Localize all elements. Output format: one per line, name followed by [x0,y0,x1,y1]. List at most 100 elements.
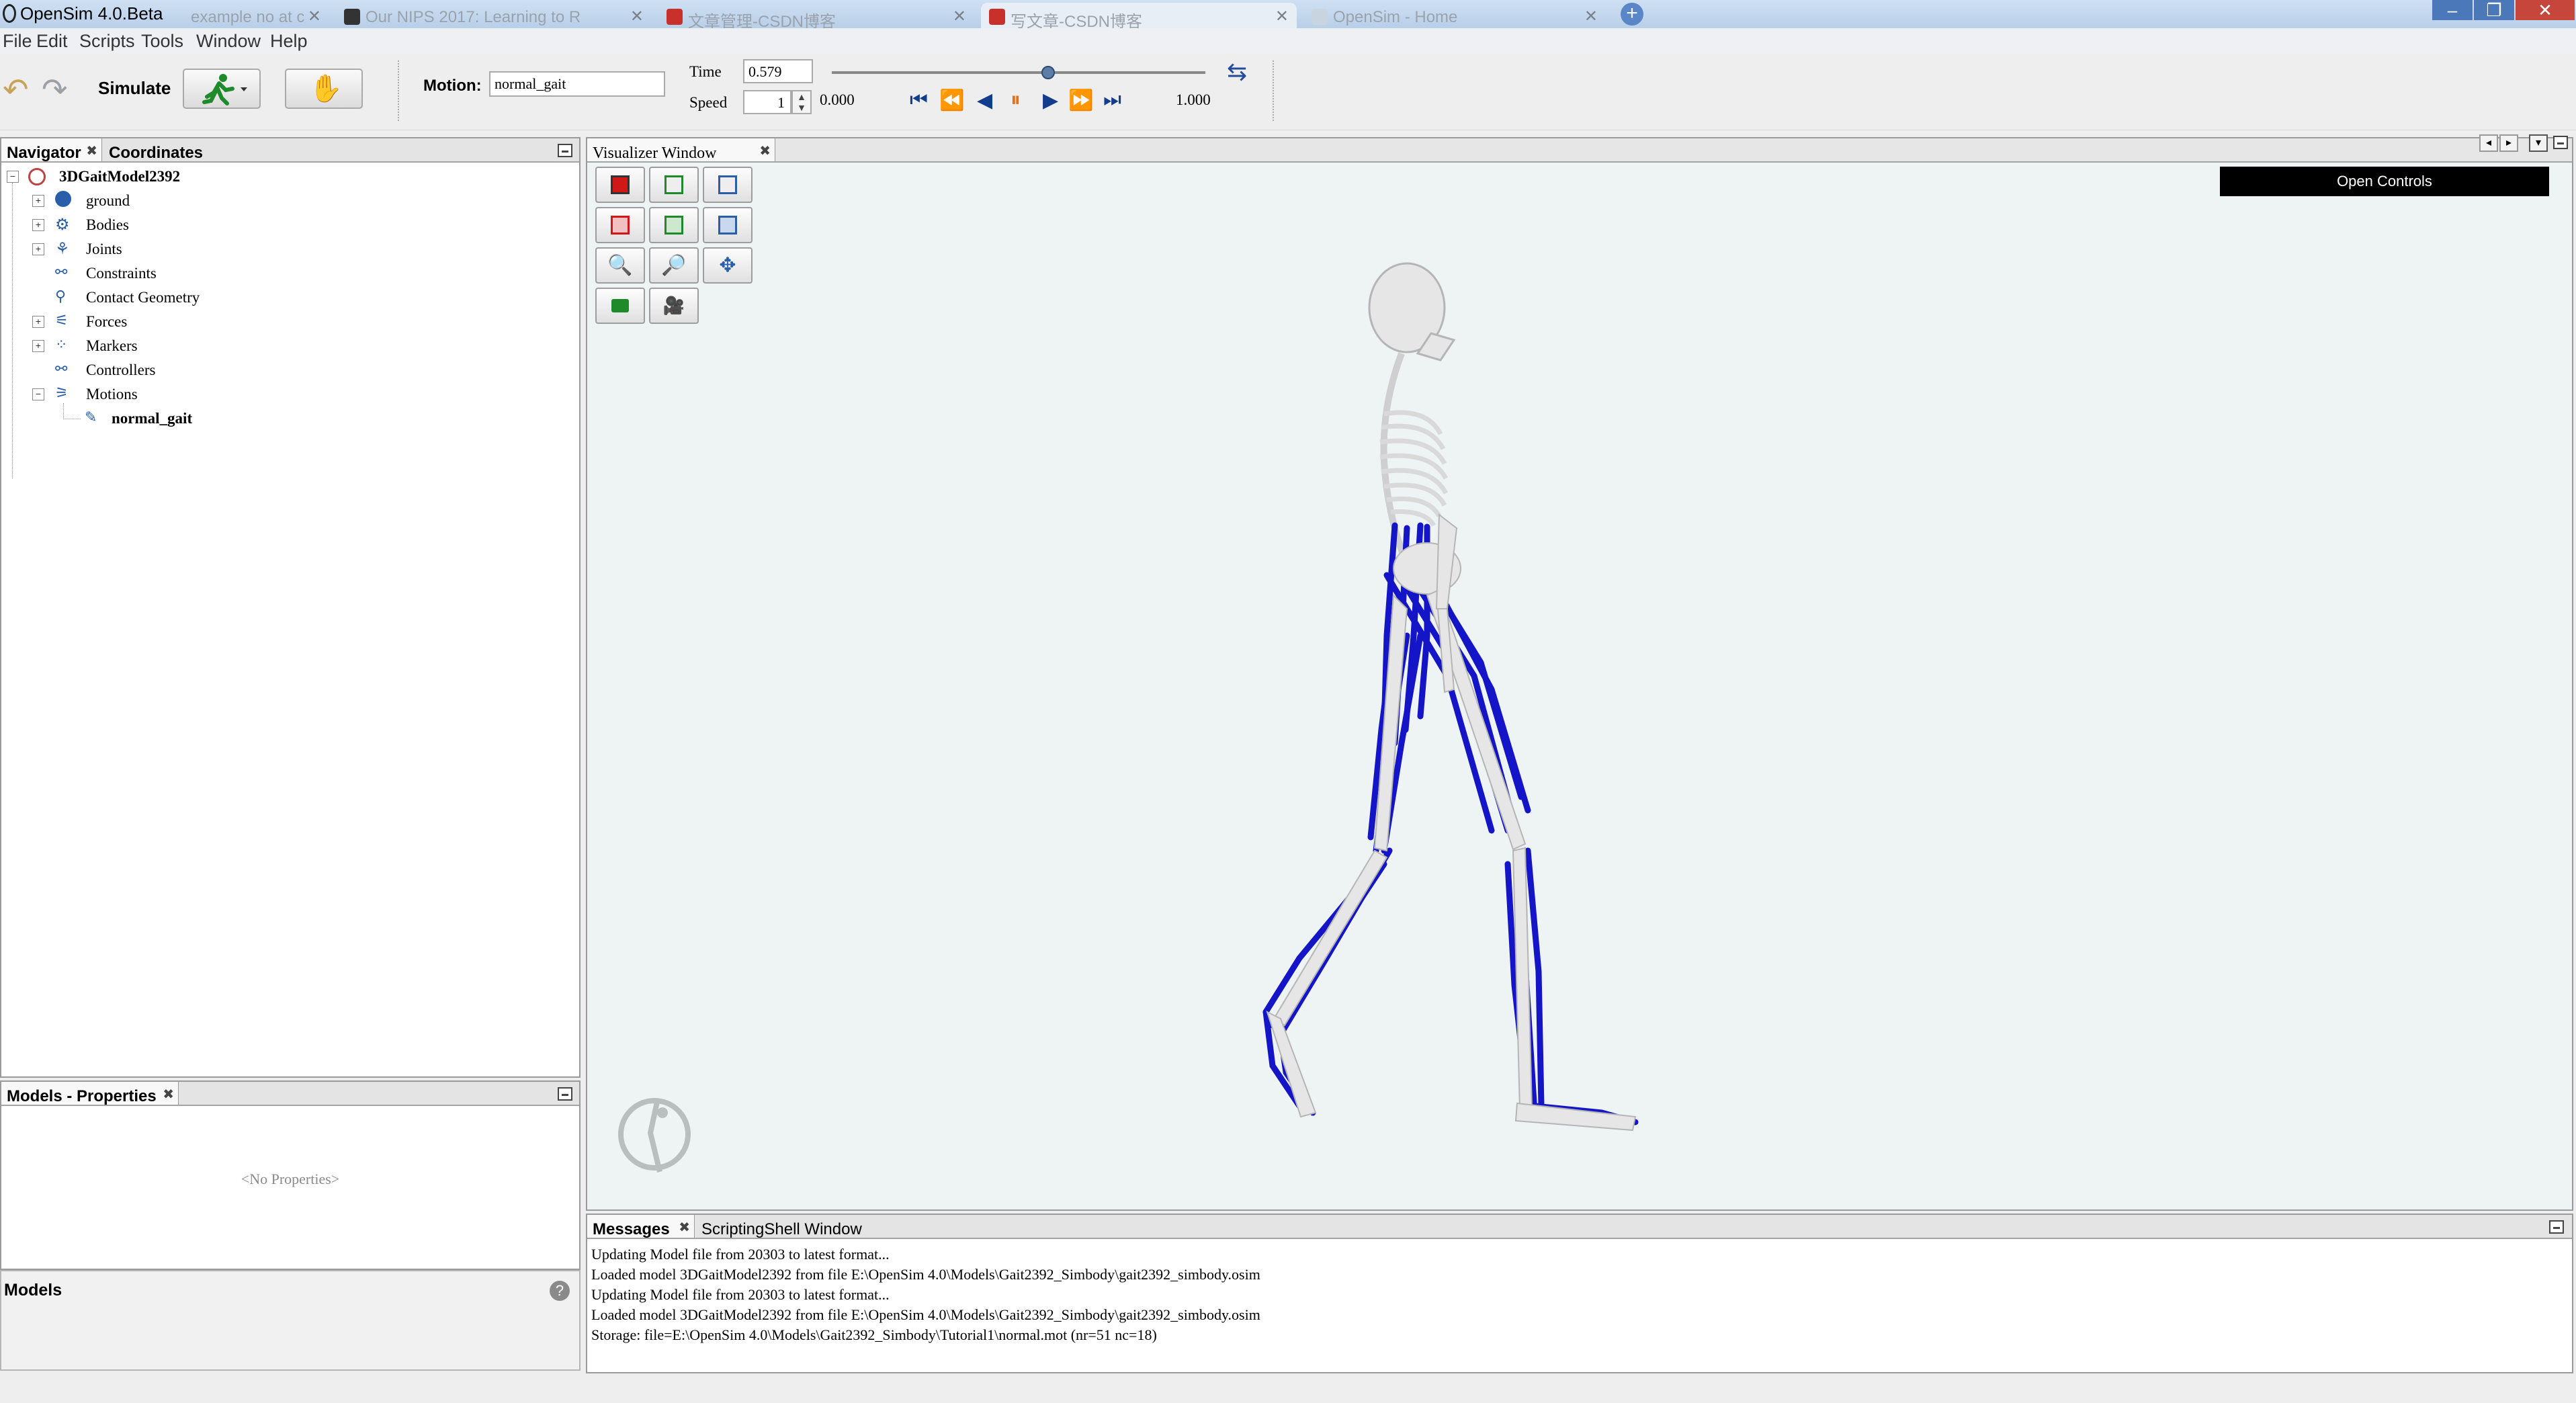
step-back-icon[interactable]: ⏪ [939,89,964,112]
right-view-icon [718,175,737,194]
close-icon[interactable]: ✖ [759,142,771,159]
open-controls-button[interactable]: Open Controls [2220,167,2549,196]
tree-item-motions[interactable]: Motions [86,386,138,403]
scroll-right-icon[interactable]: ▸ [2499,134,2518,152]
loop-icon[interactable]: ⇆ [1227,58,1247,86]
left-view-button[interactable] [703,207,753,243]
log-line: Updating Model file from 20303 to latest… [591,1286,890,1303]
tab-list-dropdown-icon[interactable]: ▾ [2529,134,2548,152]
models-footer-panel: Models ? [0,1270,581,1371]
menu-tools[interactable]: Tools [141,31,183,52]
close-icon[interactable]: ✕ [1275,7,1289,26]
top-view-button[interactable] [649,167,699,203]
back-view-button[interactable] [595,207,645,243]
zoom-out-button[interactable]: 🔍 [595,247,645,284]
time-slider-thumb[interactable] [1041,66,1055,79]
expand-icon[interactable]: + [32,195,44,207]
tree-item-markers[interactable]: Markers [86,337,138,355]
record-movie-button[interactable]: 🎥 [649,288,699,324]
minimize-panel-icon[interactable] [558,1087,572,1101]
tree-item-joints[interactable]: Joints [86,241,122,258]
messages-panel: Messages ✖ ScriptingShell Window Updating… [586,1214,2573,1373]
close-icon[interactable]: ✖ [679,1219,690,1236]
model-node[interactable]: 3DGaitModel2392 [59,168,180,185]
tab-visualizer-window[interactable]: Visualizer Window ✖ [587,138,775,162]
speed-spinner[interactable]: ▲ ▼ [791,90,812,114]
bottom-view-icon [664,216,683,235]
tab-models-properties[interactable]: Models - Properties ✖ [1,1082,179,1105]
menu-scripts[interactable]: Scripts [79,31,135,52]
run-simulation-button[interactable] [183,69,261,109]
maximize-panel-icon[interactable] [2553,136,2568,149]
browser-tab-5[interactable]: OpenSim - Home ✕ [1303,3,1606,28]
collapse-icon[interactable]: − [7,171,19,183]
close-icon[interactable]: ✕ [1584,7,1598,26]
tree-item-contact-geometry[interactable]: Contact Geometry [86,289,200,306]
stop-simulation-button[interactable]: ✋ [285,69,363,109]
time-slider[interactable] [832,71,1205,74]
close-icon[interactable]: ✖ [86,142,97,159]
time-field[interactable]: 0.579 [743,59,813,83]
expand-icon[interactable]: + [32,219,44,231]
play-icon[interactable]: ▶ [1043,89,1058,112]
zoom-in-icon: 🔎 [661,254,687,277]
tab-scripting-shell[interactable]: ScriptingShell Window [696,1215,898,1238]
speed-field[interactable]: 1 [743,90,791,114]
front-view-button[interactable] [595,167,645,203]
browser-tab-4[interactable]: 写文章-CSDN博客 ✕ [981,3,1297,31]
tree-item-controllers[interactable]: Controllers [86,362,156,379]
close-icon[interactable]: ✕ [308,7,321,26]
right-view-button[interactable] [703,167,753,203]
zoom-in-button[interactable]: 🔎 [649,247,699,284]
tree-item-constraints[interactable]: Constraints [86,265,157,282]
tab-favicon-icon [989,9,1005,25]
minimize-button[interactable]: – [2432,0,2473,20]
close-icon[interactable]: ✖ [163,1086,174,1103]
bottom-view-button[interactable] [649,207,699,243]
step-forward-icon[interactable]: ⏩ [1068,89,1093,112]
tab-navigator[interactable]: Navigator ✖ [1,138,102,162]
menu-window[interactable]: Window [196,31,261,52]
close-icon[interactable]: ✕ [953,7,966,26]
tree-item-forces[interactable]: Forces [86,313,127,331]
markers-icon: ⁘ [55,336,68,353]
expand-icon[interactable]: + [32,340,44,352]
top-view-icon [664,175,683,194]
menu-edit[interactable]: Edit [36,31,68,52]
restore-button[interactable]: ❐ [2474,0,2514,20]
browser-tab-2[interactable]: Our NIPS 2017: Learning to R ✕ [336,3,652,28]
fit-view-icon: ✥ [719,254,736,277]
fit-view-button[interactable]: ✥ [703,247,753,284]
redo-icon[interactable]: ↷ [42,71,68,108]
scroll-left-icon[interactable]: ◂ [2479,134,2498,152]
properties-panel: Models - Properties ✖ <No Properties> [0,1080,581,1270]
minimize-panel-icon[interactable] [558,144,572,157]
back-view-icon [611,216,630,235]
close-icon[interactable]: ✕ [630,7,644,26]
motion-name-field[interactable]: normal_gait [489,71,665,97]
help-icon[interactable]: ? [550,1281,570,1301]
browser-tab-3[interactable]: 文章管理-CSDN博客 ✕ [658,3,974,31]
snapshot-button[interactable] [595,288,645,324]
expand-icon[interactable]: + [32,316,44,328]
menu-help[interactable]: Help [270,31,308,52]
new-tab-plus-icon[interactable]: + [1621,3,1643,26]
tab-messages[interactable]: Messages ✖ [587,1215,695,1238]
collapse-icon[interactable]: − [32,388,44,400]
browser-tab-1[interactable]: example no at c ✕ [161,3,329,28]
pause-icon[interactable]: ⏸ [1011,89,1021,112]
undo-icon[interactable]: ↶ [3,71,29,108]
tab-coordinates[interactable]: Coordinates [103,138,224,162]
navigator-tabstrip: Navigator ✖ Coordinates [1,138,579,163]
tree-item-normal-gait[interactable]: normal_gait [112,410,192,427]
expand-icon[interactable]: + [32,243,44,255]
tab-label: Coordinates [109,144,204,162]
skip-to-end-icon[interactable]: ⏭ [1103,89,1121,112]
tree-item-bodies[interactable]: Bodies [86,216,129,234]
skip-to-start-icon[interactable]: ⏮ [910,89,928,112]
play-reverse-icon[interactable]: ◀ [977,89,992,112]
tree-item-ground[interactable]: ground [86,192,130,210]
menu-file[interactable]: File [3,31,32,52]
minimize-panel-icon[interactable] [2549,1220,2564,1234]
close-window-button[interactable]: ✕ [2516,0,2575,20]
